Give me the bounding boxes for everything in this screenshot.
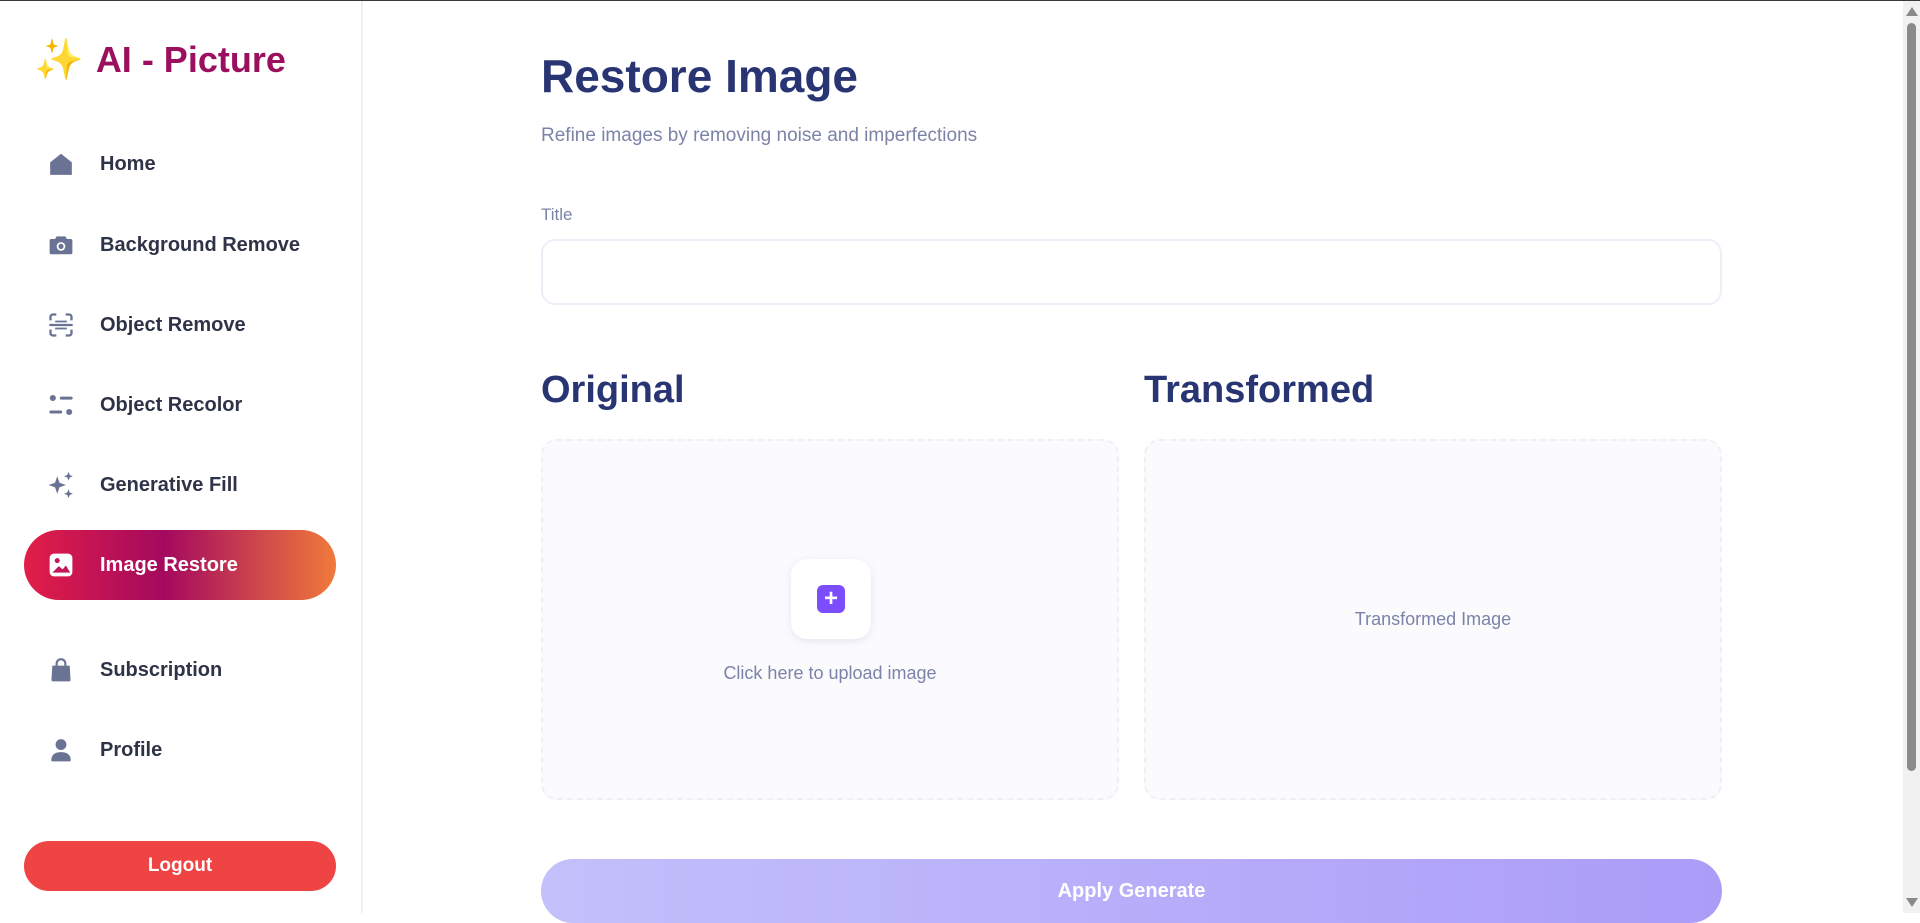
page-title: Restore Image <box>541 50 859 102</box>
scrollbar-thumb[interactable] <box>1907 23 1916 771</box>
sidebar-item-label: Image Restore <box>100 553 238 576</box>
sidebar-item-home[interactable]: Home <box>24 129 336 199</box>
sidebar-item-label: Profile <box>100 738 163 761</box>
sidebar-item-label: Background Remove <box>100 233 301 256</box>
apply-generate-button[interactable]: Apply Generate <box>541 859 1722 923</box>
stars-icon <box>46 470 76 500</box>
image-icon <box>46 550 76 580</box>
original-heading: Original <box>541 369 685 411</box>
sidebar-item-label: Object Remove <box>100 313 246 336</box>
sidebar-item-object-remove[interactable]: Object Remove <box>24 290 336 360</box>
page-scrollbar[interactable] <box>1903 1 1920 913</box>
page-subtitle: Refine images by removing noise and impe… <box>541 125 978 146</box>
user-icon <box>46 735 76 765</box>
title-input[interactable] <box>541 239 1722 305</box>
sidebar-item-generative-fill[interactable]: Generative Fill <box>24 450 336 520</box>
scroll-down-arrow-icon[interactable] <box>1906 898 1918 907</box>
transformed-heading: Transformed <box>1144 369 1375 411</box>
sidebar-item-label: Object Recolor <box>100 393 243 416</box>
title-field-label: Title <box>541 205 573 224</box>
sidebar: ✨ AI - Picture Home Background Remove Ob… <box>0 1 363 913</box>
home-icon <box>46 149 76 179</box>
bag-icon <box>46 655 76 685</box>
transformed-image-area: Transformed Image <box>1144 439 1722 800</box>
camera-icon <box>46 230 76 260</box>
sidebar-item-subscription[interactable]: Subscription <box>24 635 336 705</box>
logout-button[interactable]: Logout <box>24 841 336 891</box>
sidebar-item-profile[interactable]: Profile <box>24 715 336 785</box>
sidebar-item-object-recolor[interactable]: Object Recolor <box>24 370 336 440</box>
sidebar-item-label: Subscription <box>100 658 223 681</box>
transformed-placeholder: Transformed Image <box>1354 609 1512 629</box>
sidebar-item-label: Generative Fill <box>100 473 238 496</box>
sidebar-item-background-remove[interactable]: Background Remove <box>24 210 336 280</box>
scroll-up-arrow-icon[interactable] <box>1906 7 1918 16</box>
sidebar-item-label: Home <box>100 152 156 175</box>
sparkles-icon: ✨ <box>34 38 84 82</box>
app-logo[interactable]: ✨ AI - Picture <box>34 39 286 81</box>
upload-button[interactable]: + <box>791 559 871 639</box>
sidebar-item-image-restore[interactable]: Image Restore <box>24 530 336 600</box>
filter-icon <box>46 390 76 420</box>
plus-icon: + <box>817 585 845 613</box>
app-logo-text: AI - Picture <box>95 39 286 80</box>
upload-hint: Click here to upload image <box>723 663 937 683</box>
original-upload-area[interactable]: + Click here to upload image <box>541 439 1119 800</box>
scan-icon <box>46 310 76 340</box>
